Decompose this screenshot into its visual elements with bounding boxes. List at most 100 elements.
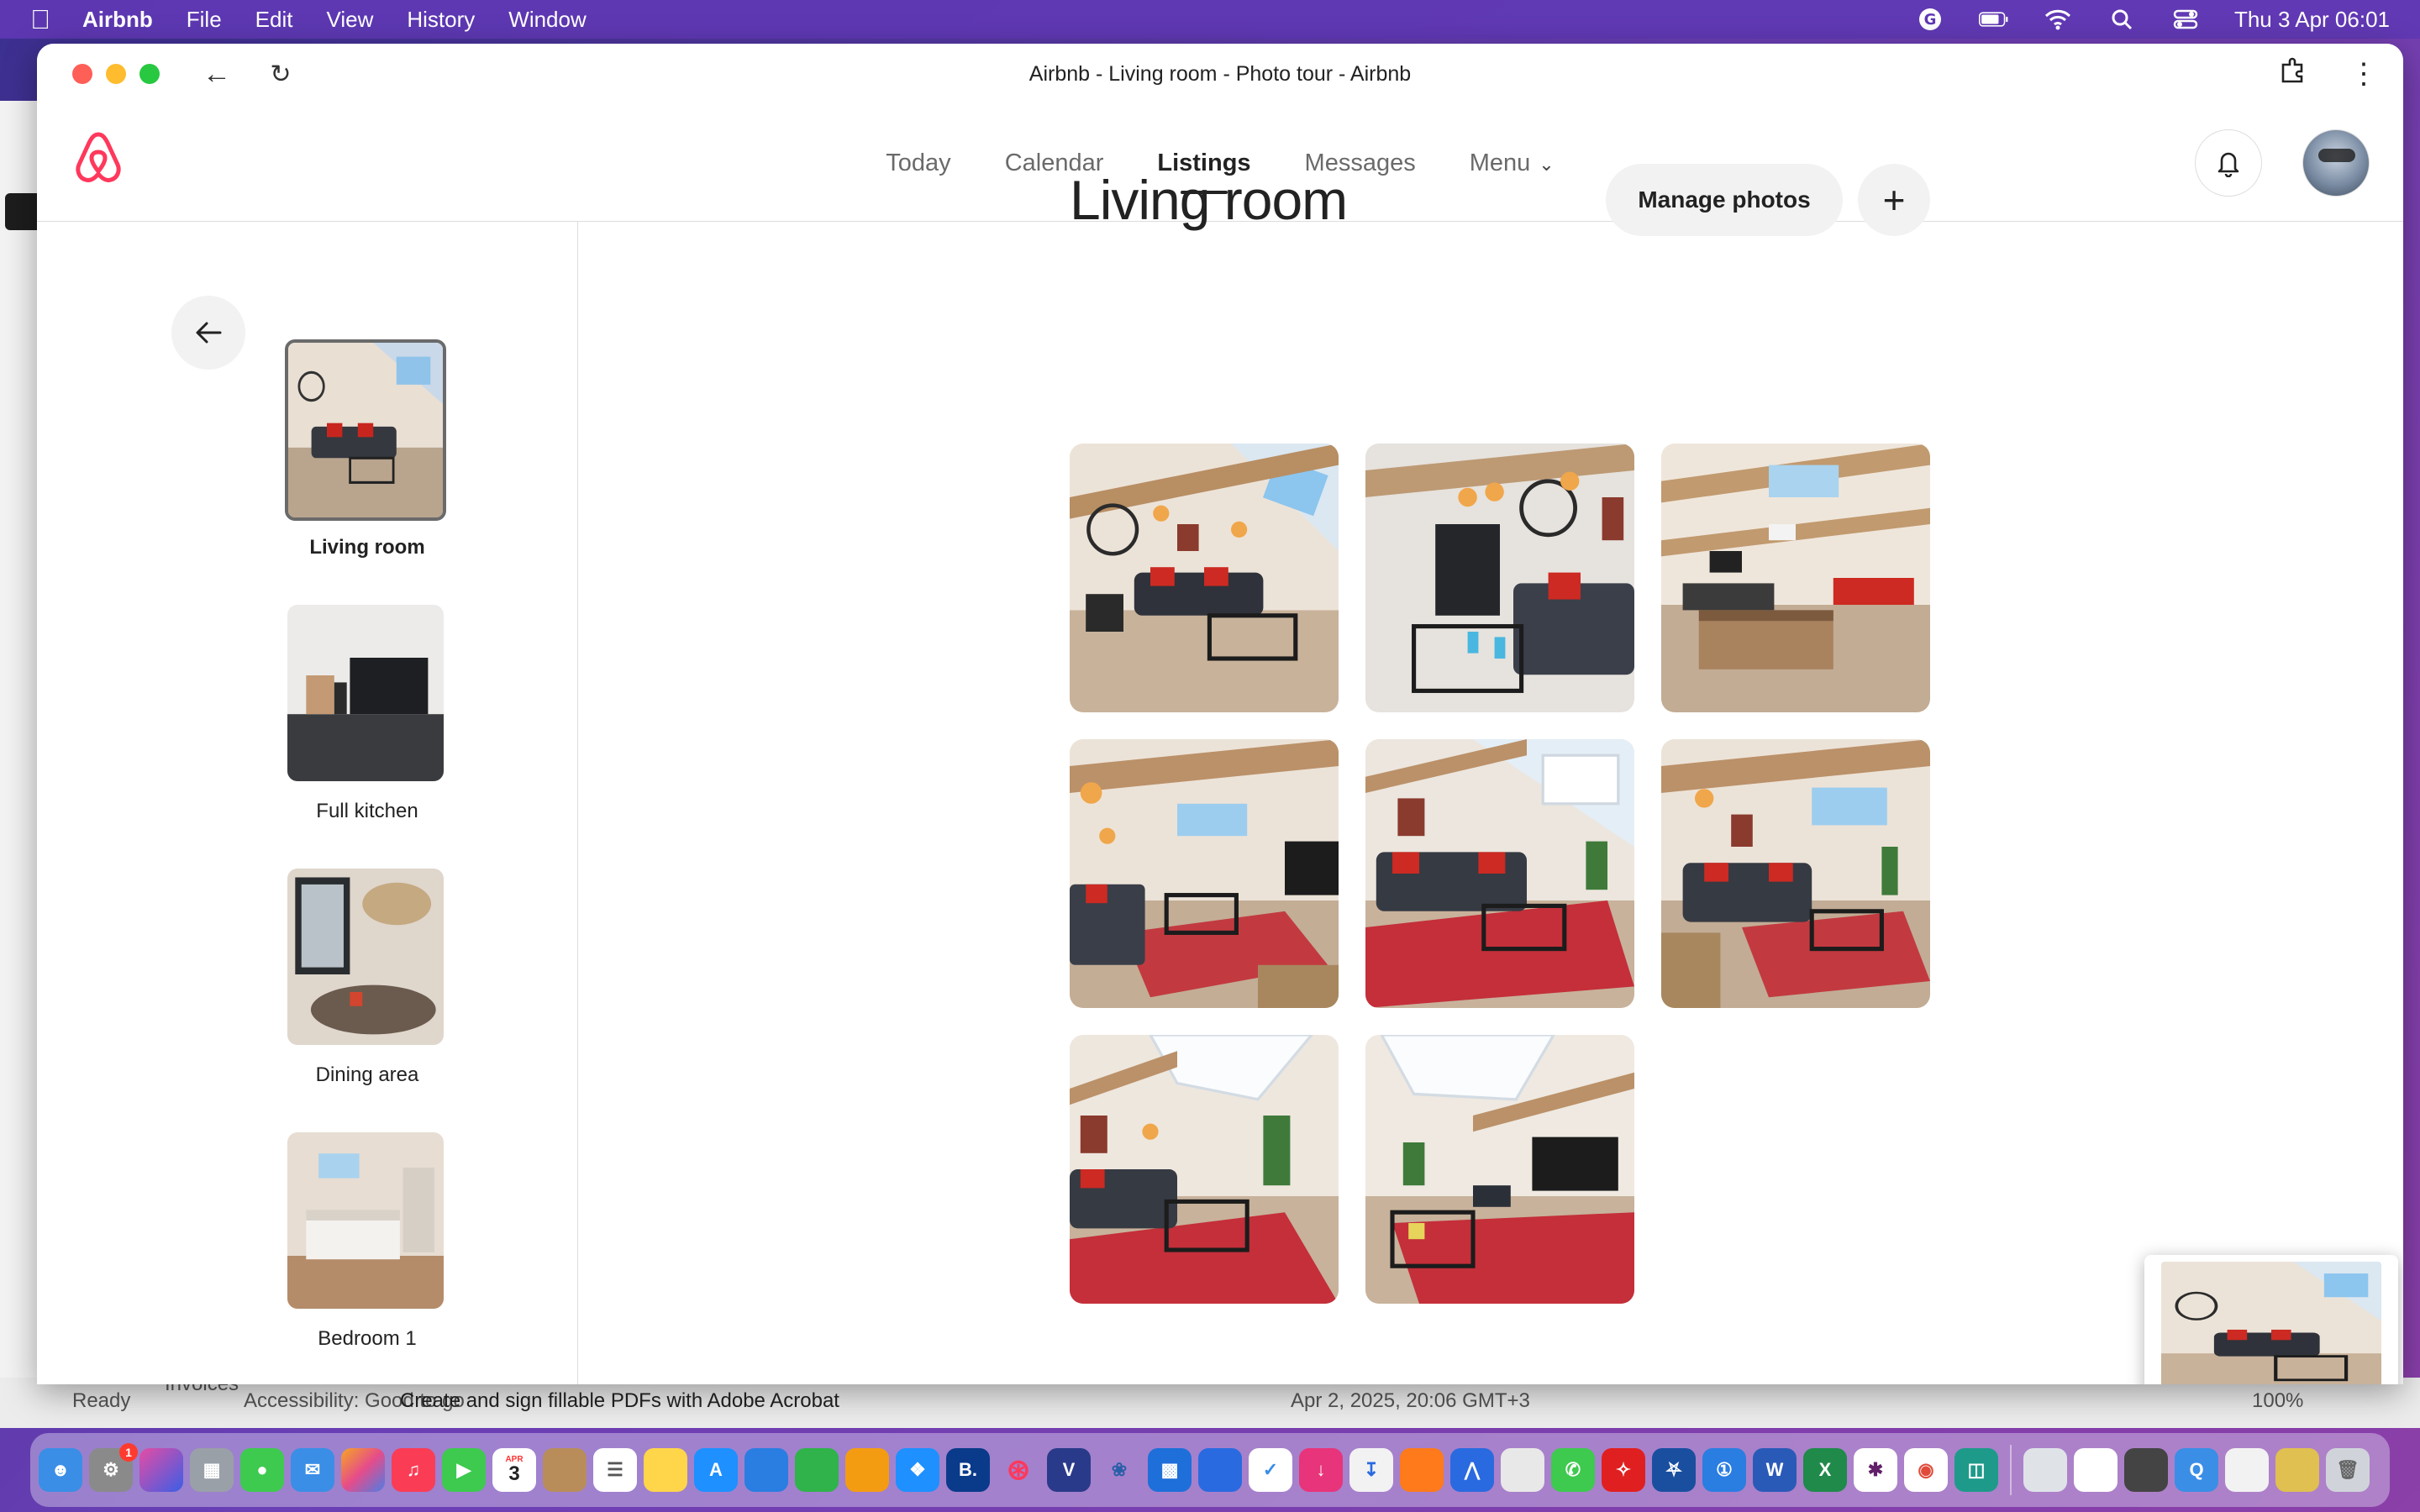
mail-icon[interactable]: ✉ [291, 1448, 334, 1492]
menu-file[interactable]: File [187, 7, 222, 33]
nav-today[interactable]: Today [886, 141, 950, 186]
background-zoom: 100% [2252, 1389, 2304, 1412]
documents-folder-icon[interactable] [2225, 1448, 2269, 1492]
user-avatar[interactable] [2302, 129, 2370, 197]
siri-icon[interactable] [139, 1448, 183, 1492]
photo-tile[interactable] [1365, 444, 1634, 712]
booking-icon[interactable]: B. [946, 1448, 990, 1492]
whatsapp-icon[interactable]: ✆ [1551, 1448, 1595, 1492]
background-status-ready: Ready [72, 1389, 131, 1412]
macos-dock: ☻ ⚙ 1 ▦ ● ✉ ♫ ▶ APR 3 ☰ A ❖ B. ⊛ V ❀ ▩ ✓ ↓… [30, 1433, 2390, 1507]
slack-icon[interactable]: ✱ [1854, 1448, 1897, 1492]
nav-menu-label: Menu [1469, 149, 1531, 176]
firefox-icon[interactable] [1400, 1448, 1444, 1492]
arrow-left-icon [196, 322, 222, 344]
nav-menu[interactable]: Menu ⌄ [1470, 141, 1555, 186]
manage-photos-button[interactable]: Manage photos [1606, 164, 1843, 236]
word-icon[interactable]: W [1753, 1448, 1797, 1492]
notifications-button[interactable] [2195, 129, 2262, 197]
tree-app-icon[interactable]: ❀ [1097, 1448, 1141, 1492]
downloads-icon[interactable]: ↧ [1349, 1448, 1393, 1492]
photo-tile[interactable] [1070, 1035, 1339, 1304]
chevron-down-icon: ⌄ [1539, 153, 1555, 175]
keynote-icon[interactable] [744, 1448, 788, 1492]
cube-app-icon[interactable]: ◫ [1954, 1448, 1998, 1492]
contacts-icon[interactable] [543, 1448, 587, 1492]
room-thumb-dining-area[interactable] [287, 869, 444, 1045]
printer-icon[interactable] [2124, 1448, 2168, 1492]
svg-text:G: G [1924, 11, 1937, 29]
room-thumb-living-room[interactable] [285, 339, 446, 521]
downloads-stack-icon[interactable] [2275, 1448, 2319, 1492]
facetime-icon[interactable]: ▶ [442, 1448, 486, 1492]
airbnb-app-icon[interactable]: ⊛ [997, 1448, 1040, 1492]
grammarly-icon[interactable]: G [1915, 8, 1945, 31]
extensions-icon[interactable] [2279, 56, 2307, 92]
messages-icon[interactable]: ● [240, 1448, 284, 1492]
menu-edit[interactable]: Edit [255, 7, 293, 33]
freeform-icon[interactable] [1198, 1448, 1242, 1492]
menubar-clock[interactable]: Thu 3 Apr 06:01 [2234, 7, 2390, 33]
app-store-icon[interactable]: A [694, 1448, 738, 1492]
menu-view[interactable]: View [326, 7, 373, 33]
minimize-window-button[interactable] [106, 64, 126, 84]
room-label-dining-area[interactable]: Dining area [239, 1063, 496, 1087]
menu-history[interactable]: History [407, 7, 475, 33]
room-thumb-bedroom-1[interactable] [287, 1132, 444, 1309]
photo-tile[interactable] [1365, 739, 1634, 1008]
numbers-icon[interactable] [795, 1448, 839, 1492]
photo-preview-popup[interactable] [2144, 1255, 2398, 1384]
downloader-icon[interactable]: ↓ [1299, 1448, 1343, 1492]
screenshot-thumb-icon[interactable] [2023, 1448, 2067, 1492]
tasks-icon[interactable]: ✓ [1249, 1448, 1292, 1492]
preview-app-icon[interactable] [1501, 1448, 1544, 1492]
battery-icon[interactable] [1978, 8, 2009, 31]
photo-tile[interactable] [1070, 444, 1339, 712]
music-icon[interactable]: ♫ [392, 1448, 435, 1492]
photo-tile[interactable] [1070, 739, 1339, 1008]
photos-icon[interactable] [341, 1448, 385, 1492]
system-settings-icon[interactable]: ⚙ 1 [89, 1443, 138, 1492]
1password-icon[interactable]: ① [1702, 1448, 1746, 1492]
menu-window[interactable]: Window [508, 7, 586, 33]
reminders-icon[interactable]: ☰ [593, 1448, 637, 1492]
vectorize-icon[interactable]: V [1047, 1448, 1091, 1492]
room-label-living-room[interactable]: Living room [239, 536, 496, 559]
control-center-icon[interactable] [2170, 8, 2201, 31]
safari-icon[interactable]: ❖ [896, 1448, 939, 1492]
menu-app-name[interactable]: Airbnb [82, 7, 153, 33]
room-thumb-full-kitchen[interactable] [287, 605, 444, 781]
photo-tile[interactable] [1661, 444, 1930, 712]
chrome-icon[interactable]: ◉ [1904, 1448, 1948, 1492]
calendar-icon[interactable]: APR 3 [492, 1448, 536, 1492]
add-photo-button[interactable]: + [1858, 164, 1930, 236]
apple-icon[interactable]:  [30, 4, 50, 35]
close-window-button[interactable] [72, 64, 92, 84]
room-label-bedroom-1[interactable]: Bedroom 1 [239, 1327, 496, 1351]
back-button[interactable] [171, 296, 245, 370]
quicktime-icon[interactable]: Q [2175, 1448, 2218, 1492]
preview-image [2161, 1262, 2381, 1384]
finder-icon[interactable]: ☻ [39, 1448, 82, 1492]
room-label-full-kitchen[interactable]: Full kitchen [239, 800, 496, 823]
reload-icon[interactable]: ↻ [264, 60, 297, 89]
browser-back-icon[interactable]: ← [200, 58, 234, 91]
trello-icon[interactable]: ▩ [1148, 1448, 1192, 1492]
excel-icon[interactable]: X [1803, 1448, 1847, 1492]
textedit-icon[interactable] [2074, 1448, 2118, 1492]
more-options-icon[interactable]: ⋮ [2349, 60, 2378, 88]
spotlight-search-icon[interactable] [2107, 8, 2137, 31]
launchpad-icon[interactable]: ▦ [190, 1448, 234, 1492]
page-title: Living room [1070, 169, 1348, 231]
trash-icon[interactable]: 🗑 [2326, 1448, 2370, 1492]
photo-tile[interactable] [1661, 739, 1930, 1008]
macos-menu-bar:  Airbnb File Edit View History Window G… [0, 0, 2420, 39]
bitwarden-icon[interactable]: ⛧ [1652, 1448, 1696, 1492]
pages-icon[interactable] [845, 1448, 889, 1492]
notes-icon[interactable] [644, 1448, 687, 1492]
wifi-icon[interactable] [2043, 8, 2073, 31]
zoom-window-button[interactable] [139, 64, 160, 84]
arc-icon[interactable]: ⋀ [1450, 1448, 1494, 1492]
photo-tile[interactable] [1365, 1035, 1634, 1304]
acrobat-icon[interactable]: ✧ [1602, 1448, 1645, 1492]
